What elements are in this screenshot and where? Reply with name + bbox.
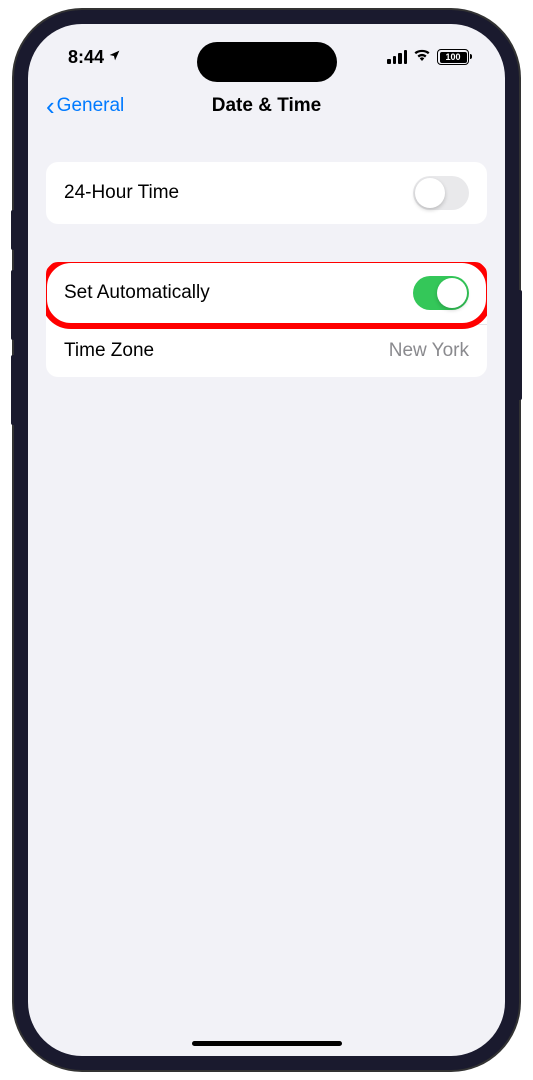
side-button	[11, 355, 14, 425]
row-label: Time Zone	[64, 340, 154, 362]
row-set-automatically[interactable]: Set Automatically	[46, 262, 487, 324]
phone-frame: 8:44 100 ‹ General	[14, 10, 519, 1070]
wifi-icon	[413, 48, 431, 67]
settings-group: 24-Hour Time	[46, 162, 487, 224]
row-value: New York	[389, 340, 469, 362]
settings-content: 24-Hour Time Set Automatically Ti	[28, 130, 505, 377]
row-24-hour-time[interactable]: 24-Hour Time	[46, 162, 487, 224]
row-label: Set Automatically	[64, 282, 210, 304]
status-right: 100	[387, 48, 469, 67]
chevron-left-icon: ‹	[46, 93, 55, 119]
back-button[interactable]: ‹ General	[46, 93, 124, 119]
dynamic-island	[197, 42, 337, 82]
location-icon	[108, 49, 121, 65]
toggle-knob	[415, 178, 445, 208]
settings-group: Set Automatically Time Zone New York	[46, 262, 487, 377]
cellular-signal-icon	[387, 50, 407, 64]
side-button	[519, 290, 522, 400]
home-indicator[interactable]	[192, 1041, 342, 1046]
back-label: General	[57, 95, 125, 117]
toggle-set-automatically[interactable]	[413, 276, 469, 310]
toggle-knob	[437, 278, 467, 308]
toggle-24-hour-time[interactable]	[413, 176, 469, 210]
side-button	[11, 270, 14, 340]
side-button	[11, 210, 14, 250]
status-time: 8:44	[68, 47, 104, 68]
battery-icon: 100	[437, 49, 469, 65]
status-left: 8:44	[68, 47, 121, 68]
row-time-zone[interactable]: Time Zone New York	[46, 325, 487, 377]
navigation-bar: ‹ General Date & Time	[28, 82, 505, 130]
row-label: 24-Hour Time	[64, 182, 179, 204]
battery-level: 100	[440, 52, 467, 63]
screen: 8:44 100 ‹ General	[28, 24, 505, 1056]
page-title: Date & Time	[212, 95, 321, 117]
